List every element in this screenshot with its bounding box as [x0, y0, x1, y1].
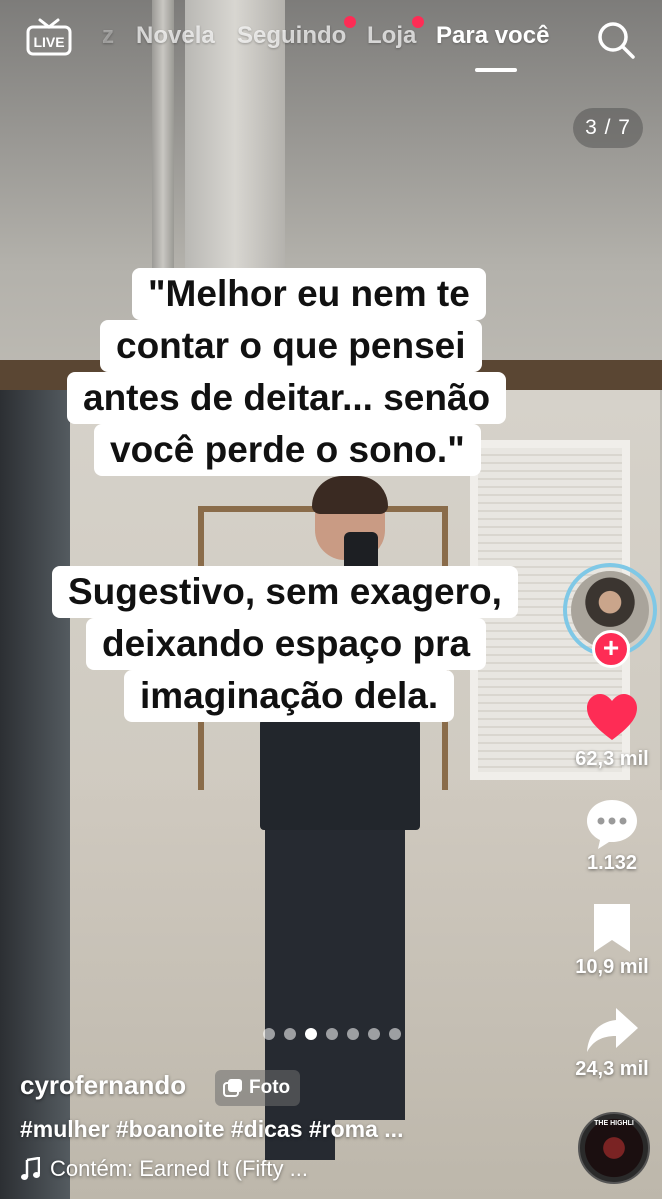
username[interactable]: cyrofernando: [20, 1070, 186, 1101]
carousel-dot: [347, 1028, 359, 1040]
loja-notification-dot: [412, 16, 424, 28]
music-note-icon: [21, 1157, 40, 1180]
disc-text: THE HIGHLI: [594, 1120, 634, 1127]
share-icon[interactable]: [584, 1002, 640, 1058]
saves-count: 10,9 mil: [575, 956, 649, 978]
follow-button[interactable]: +: [592, 630, 630, 668]
photo-icon: [223, 1079, 242, 1097]
bookmark-icon[interactable]: [584, 900, 640, 956]
tab-para-voce[interactable]: Para você: [436, 22, 549, 50]
top-nav: LIVE z Novela Seguindo Loja Para você: [0, 0, 662, 80]
live-icon[interactable]: LIVE: [26, 17, 72, 57]
caption-line: antes de deitar... senão: [67, 372, 507, 424]
music-info[interactable]: Contém: Earned It (Fifty ...: [20, 1156, 308, 1182]
carousel-dot: [389, 1028, 401, 1040]
carousel-indicator: [263, 1028, 401, 1040]
caption-line: você perde o sono.": [94, 424, 481, 476]
shares-count: 24,3 mil: [575, 1058, 649, 1080]
tab-seguindo[interactable]: Seguindo: [237, 22, 346, 50]
tab-novela[interactable]: Novela: [136, 22, 215, 50]
active-tab-indicator: [475, 68, 517, 72]
carousel-dot: [326, 1028, 338, 1040]
carousel-dot: [368, 1028, 380, 1040]
tab-loja[interactable]: Loja: [367, 22, 416, 50]
likes-count: 62,3 mil: [575, 748, 649, 770]
comments-count: 1.132: [586, 852, 638, 874]
live-label: LIVE: [33, 34, 64, 50]
heart-icon[interactable]: [584, 690, 640, 746]
comment-icon[interactable]: [584, 796, 640, 852]
caption-line: imaginação dela.: [124, 670, 455, 722]
caption-line: "Melhor eu nem te: [132, 268, 486, 320]
tab-hidden[interactable]: z: [102, 22, 114, 50]
caption-line: Sugestivo, sem exagero,: [52, 566, 518, 618]
photo-badge-label: Foto: [249, 1077, 291, 1098]
page-counter: 3 / 7: [573, 108, 643, 148]
hashtags[interactable]: #mulher #boanoite #dicas #roma ...: [20, 1116, 403, 1143]
carousel-dot-active: [305, 1028, 317, 1040]
carousel-dot: [284, 1028, 296, 1040]
photo-badge[interactable]: Foto: [215, 1070, 301, 1106]
caption-line: contar o que pensei: [100, 320, 482, 372]
carousel-dot: [263, 1028, 275, 1040]
search-icon[interactable]: [596, 20, 636, 60]
music-title: Contém: Earned It (Fifty ...: [50, 1156, 308, 1181]
seguindo-notification-dot: [344, 16, 356, 28]
music-disc[interactable]: THE HIGHLI: [578, 1112, 650, 1184]
caption-line: deixando espaço pra: [86, 618, 487, 670]
